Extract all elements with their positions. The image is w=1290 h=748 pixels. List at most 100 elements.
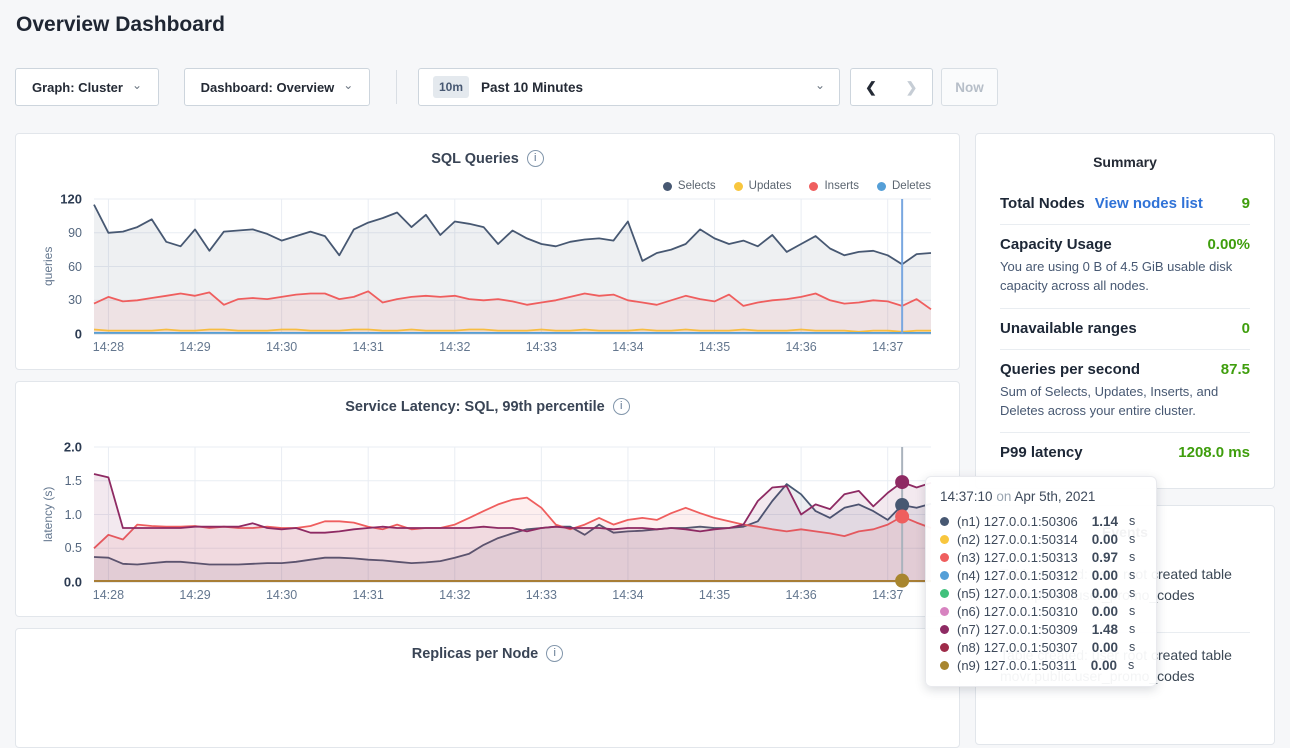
node-latency-value: 0.00 (1092, 568, 1118, 583)
x-tick-label: 14:33 (526, 588, 557, 602)
dashboard-dropdown-label: Dashboard: Overview (201, 80, 335, 95)
sql-queries-chart-card: SQL Queries i SelectsUpdatesInsertsDelet… (15, 133, 960, 370)
x-tick-label: 14:36 (785, 588, 816, 602)
x-tick-label: 14:31 (353, 588, 384, 602)
node-latency-value: 0.00 (1092, 640, 1118, 655)
node-address: (n2) 127.0.0.1:50314 (957, 532, 1078, 547)
info-icon[interactable]: i (613, 398, 630, 415)
capacity-usage-value: 0.00% (1207, 236, 1250, 253)
x-tick-label: 14:34 (612, 588, 643, 602)
node-address: (n1) 127.0.0.1:50306 (957, 514, 1078, 529)
page-title: Overview Dashboard (16, 13, 225, 37)
tooltip-on-word: on (996, 489, 1011, 504)
tooltip-node-row: (n8) 127.0.0.1:50307 0.00 s (940, 638, 1142, 656)
unavailable-ranges-label: Unavailable ranges (1000, 320, 1137, 337)
latency-unit: s (1129, 514, 1135, 528)
x-tick-label: 14:35 (699, 340, 730, 354)
y-tick-label: 0 (75, 327, 82, 342)
x-tick-label: 14:28 (93, 588, 124, 602)
node-address: (n8) 127.0.0.1:50307 (957, 640, 1078, 655)
legend-item-inserts[interactable]: Inserts (809, 180, 859, 192)
graph-dropdown[interactable]: Graph: Cluster ⌄ (15, 68, 159, 106)
now-button[interactable]: Now (941, 68, 998, 106)
info-icon[interactable]: i (527, 150, 544, 167)
legend-label: Inserts (824, 180, 859, 192)
latency-unit: s (1129, 640, 1135, 654)
x-tick-label: 14:31 (353, 340, 384, 354)
tooltip-timestamp: 14:37:10 on Apr 5th, 2021 (940, 489, 1142, 504)
tooltip-node-row: (n3) 127.0.0.1:503130.97s (940, 548, 1142, 566)
y-tick-label: 120 (60, 192, 82, 207)
latency-unit: s (1128, 658, 1134, 672)
tooltip-node-row: (n6) 127.0.0.1:50310 0.00 s (940, 602, 1142, 620)
x-tick-label: 14:28 (93, 340, 124, 354)
tooltip-date: Apr 5th, 2021 (1014, 489, 1095, 504)
x-tick-label: 14:34 (612, 340, 643, 354)
legend-item-deletes[interactable]: Deletes (877, 180, 931, 192)
node-color-dot (940, 625, 949, 634)
node-color-dot (940, 607, 949, 616)
y-axis-ticks: 0306090120 (16, 199, 82, 334)
chevron-down-icon: ⌄ (815, 78, 825, 92)
x-tick-label: 14:32 (439, 588, 470, 602)
node-address: (n6) 127.0.0.1:50310 (957, 604, 1078, 619)
x-tick-label: 14:30 (266, 588, 297, 602)
y-tick-label: 1.5 (65, 474, 82, 488)
node-address: (n9) 127.0.0.1:50311 (957, 658, 1077, 673)
legend-item-selects[interactable]: Selects (663, 180, 716, 192)
node-address: (n7) 127.0.0.1:50309 (957, 622, 1078, 637)
x-tick-label: 14:35 (699, 588, 730, 602)
view-nodes-list-link[interactable]: View nodes list (1095, 195, 1203, 212)
chart-plot-area[interactable] (94, 447, 931, 582)
y-tick-label: 30 (68, 293, 82, 307)
node-color-dot (940, 517, 949, 526)
p99-latency-value: 1208.0 ms (1178, 444, 1250, 461)
x-tick-label: 14:30 (266, 340, 297, 354)
time-next-button[interactable]: ❯ (891, 68, 933, 106)
tooltip-node-rows: (n1) 127.0.0.1:503061.14s (n2) 127.0.0.1:… (940, 512, 1142, 674)
chart-title: Service Latency: SQL, 99th percentile (345, 399, 605, 415)
time-range-picker[interactable]: 10m Past 10 Minutes ⌄ (418, 68, 840, 106)
x-tick-label: 14:29 (179, 588, 210, 602)
latency-unit: s (1129, 550, 1135, 564)
legend-item-updates[interactable]: Updates (734, 180, 792, 192)
chart-hover-tooltip: 14:37:10 on Apr 5th, 2021 (n1) 127.0.0.1… (925, 476, 1157, 687)
node-latency-value: 0.00 (1092, 532, 1118, 547)
tooltip-node-row: (n4) 127.0.0.1:503120.00s (940, 566, 1142, 584)
chevron-right-icon: ❯ (906, 79, 918, 96)
latency-unit: s (1129, 568, 1135, 582)
replicas-per-node-chart-card: Replicas per Node i (15, 628, 960, 748)
latency-unit: s (1129, 604, 1135, 618)
summary-p99-section: P99 latency 1208.0 ms (1000, 432, 1250, 473)
summary-capacity-section: Capacity Usage 0.00% You are using 0 B o… (1000, 224, 1250, 308)
capacity-usage-description: You are using 0 B of 4.5 GiB usable disk… (1000, 253, 1250, 296)
legend-label: Updates (749, 180, 792, 192)
tooltip-node-row: (n7) 127.0.0.1:503091.48s (940, 620, 1142, 638)
x-axis-ticks: 14:2814:2914:3014:3114:3214:3314:3414:35… (94, 340, 931, 356)
x-tick-label: 14:32 (439, 340, 470, 354)
legend-dot (734, 182, 743, 191)
tooltip-node-row: (n1) 127.0.0.1:503061.14s (940, 512, 1142, 530)
graph-dropdown-label: Graph: Cluster (32, 80, 123, 95)
y-tick-label: 2.0 (64, 440, 82, 455)
node-latency-value: 0.00 (1092, 604, 1118, 619)
tooltip-node-row: (n2) 127.0.0.1:503140.00s (940, 530, 1142, 548)
legend-label: Selects (678, 180, 716, 192)
dashboard-dropdown[interactable]: Dashboard: Overview ⌄ (184, 68, 370, 106)
y-tick-label: 60 (68, 260, 82, 274)
time-prev-button[interactable]: ❮ (850, 68, 892, 106)
chevron-down-icon: ⌄ (132, 78, 142, 92)
total-nodes-value: 9 (1242, 195, 1250, 212)
node-latency-value: 0.00 (1091, 658, 1117, 673)
summary-panel: Summary Total Nodes View nodes list 9 Ca… (975, 133, 1275, 489)
total-nodes-label: Total Nodes (1000, 195, 1085, 212)
x-tick-label: 14:36 (785, 340, 816, 354)
service-latency-chart-card: Service Latency: SQL, 99th percentile i … (15, 381, 960, 617)
legend-label: Deletes (892, 180, 931, 192)
node-address: (n3) 127.0.0.1:50313 (957, 550, 1078, 565)
info-icon[interactable]: i (546, 645, 563, 662)
node-color-dot (940, 589, 949, 598)
legend-dot (809, 182, 818, 191)
chart-plot-area[interactable] (94, 199, 931, 334)
latency-unit: s (1129, 586, 1135, 600)
